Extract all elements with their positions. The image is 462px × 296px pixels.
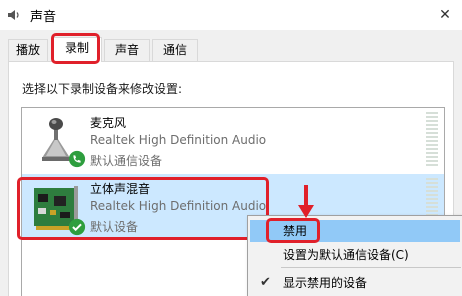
tab-sounds[interactable]: 声音 bbox=[104, 39, 150, 61]
title-bar: 声音 ✕ bbox=[0, 0, 462, 30]
level-meter bbox=[426, 112, 438, 168]
close-icon: ✕ bbox=[439, 7, 451, 23]
speaker-icon bbox=[8, 10, 19, 20]
device-name: 立体声混音 bbox=[90, 182, 151, 196]
menu-separator bbox=[281, 267, 461, 268]
arrow-down-icon bbox=[298, 185, 314, 218]
context-menu: 禁用 设置为默认通信设备(C) ✔ 显示禁用的设备 bbox=[247, 215, 462, 296]
menu-item-show-disabled[interactable]: ✔ 显示禁用的设备 bbox=[250, 272, 460, 294]
check-badge-icon bbox=[68, 218, 86, 236]
tab-playback[interactable]: 播放 bbox=[8, 39, 48, 61]
sound-dialog: 声音 ✕ 播放 录制 声音 通信 选择以下录制设备来修改设置: 麦克风 Real… bbox=[0, 0, 462, 296]
menu-item-label: 显示禁用的设备 bbox=[283, 276, 368, 290]
device-name: 麦克风 bbox=[90, 116, 127, 130]
tab-recording[interactable]: 录制 bbox=[52, 37, 102, 62]
device-status: 默认通信设备 bbox=[90, 154, 163, 168]
menu-item-set-default-comm[interactable]: 设置为默认通信设备(C) bbox=[250, 244, 460, 266]
device-driver: Realtek High Definition Audio bbox=[90, 133, 267, 147]
close-button[interactable]: ✕ bbox=[434, 4, 456, 26]
device-status: 默认设备 bbox=[90, 220, 139, 234]
window-title: 声音 bbox=[30, 10, 57, 25]
instruction-text: 选择以下录制设备来修改设置: bbox=[22, 82, 183, 96]
tab-communications[interactable]: 通信 bbox=[152, 39, 198, 61]
device-driver: Realtek High Definition Audio bbox=[90, 199, 267, 213]
phone-badge-icon bbox=[68, 150, 86, 168]
checkmark-icon: ✔ bbox=[260, 275, 271, 290]
device-microphone[interactable]: 麦克风 Realtek High Definition Audio 默认通信设备 bbox=[22, 108, 444, 174]
menu-item-disable[interactable]: 禁用 bbox=[250, 220, 460, 242]
